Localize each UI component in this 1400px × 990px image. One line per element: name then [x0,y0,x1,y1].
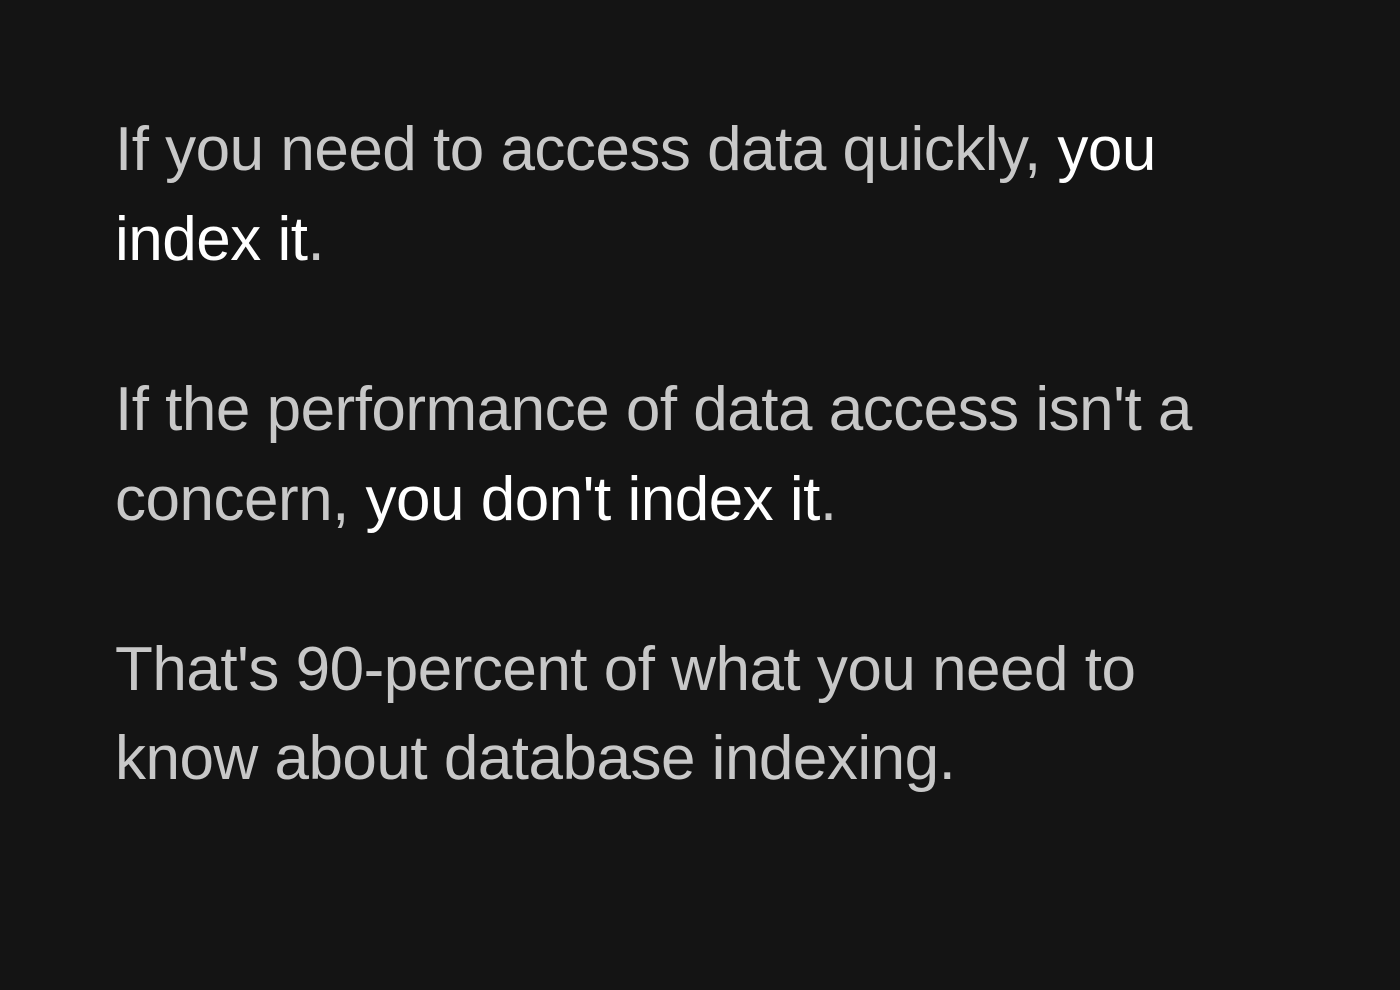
text-segment: If you need to access data quickly, [115,115,1057,184]
paragraph-2: If the performance of data access isn't … [115,365,1290,545]
text-segment: . [307,205,324,274]
paragraph-3: That's 90-percent of what you need to kn… [115,625,1290,805]
text-segment-bold: you don't index it [366,465,820,534]
paragraph-1: If you need to access data quickly, you … [115,105,1290,285]
text-segment: . [820,465,837,534]
text-segment: That's 90-percent of what you need to kn… [115,635,1135,794]
